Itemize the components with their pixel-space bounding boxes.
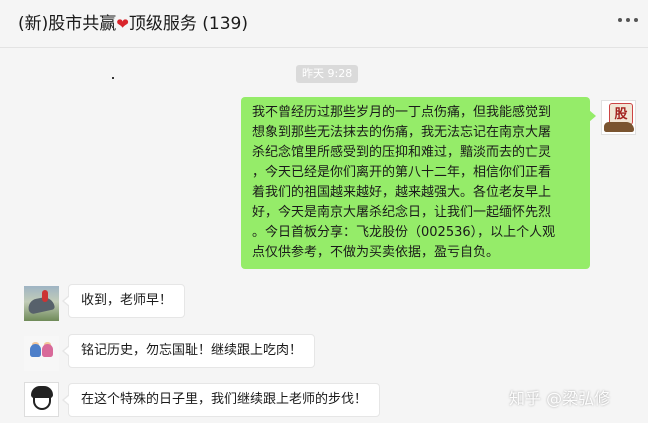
message-bubble-other[interactable]: 收到，老师早！ [61, 284, 186, 318]
message-bubble-self[interactable]: 我不曾经历过那些岁月的一丁点伤痛，但我能感觉到 想象到那些无法抹去的伤痛，我无法… [241, 97, 596, 269]
watermark: 知乎 @梁弘修 [509, 389, 611, 408]
message-line: 好，今天是南京大屠杀纪念日，让我们一起缅怀先烈 [252, 205, 552, 220]
message-line: 杀纪念馆里所感受到的压抑和难过，黯淡而去的亡灵 [252, 145, 552, 160]
bull-figure [604, 122, 634, 132]
more-dots-icon[interactable] [618, 18, 638, 22]
rock-landscape-avatar-icon[interactable] [24, 286, 59, 321]
chat-title: (新)股市共赢❤顶级服务 (139) [18, 9, 248, 34]
cartoon-boy-avatar-icon[interactable] [24, 382, 59, 417]
heart-icon: ❤ [116, 15, 129, 33]
message-bubble-other[interactable]: 在这个特殊的日子里，我们继续跟上老师的步伐！ [61, 383, 381, 417]
chat-header: (新)股市共赢❤顶级服务 (139) [0, 0, 648, 48]
message-line: 点仅供参考，不做为买卖依据，盈亏自负。 [252, 245, 500, 260]
message-line: 。今日首板分享：飞龙股份（002536），以上个人观 [252, 225, 556, 240]
message-line: 想象到那些无法抹去的伤痛，我无法忘记在南京大屠 [252, 125, 552, 140]
couple-cartoon-avatar-icon[interactable] [24, 336, 59, 371]
message-bubble-other[interactable]: 铭记历史，勿忘国耻！继续跟上吃肉！ [61, 334, 316, 368]
chat-title-name: (新)股市共赢 [18, 14, 117, 34]
message-line: 着我们的祖国越来越好，越来越强大。各位老友早上 [252, 185, 552, 200]
message-line: 我不曾经历过那些岁月的一丁点伤痛，但我能感觉到 [252, 105, 552, 120]
message-timestamp: 昨天 9:28 [296, 65, 359, 83]
stray-dot [112, 77, 114, 79]
stock-seal-avatar-icon[interactable]: 股 [601, 100, 636, 135]
chat-title-suffix: 顶级服务 (139) [128, 14, 248, 34]
message-line: ，今天已经是你们离开的第八十二年，相信你们正看 [252, 165, 552, 180]
